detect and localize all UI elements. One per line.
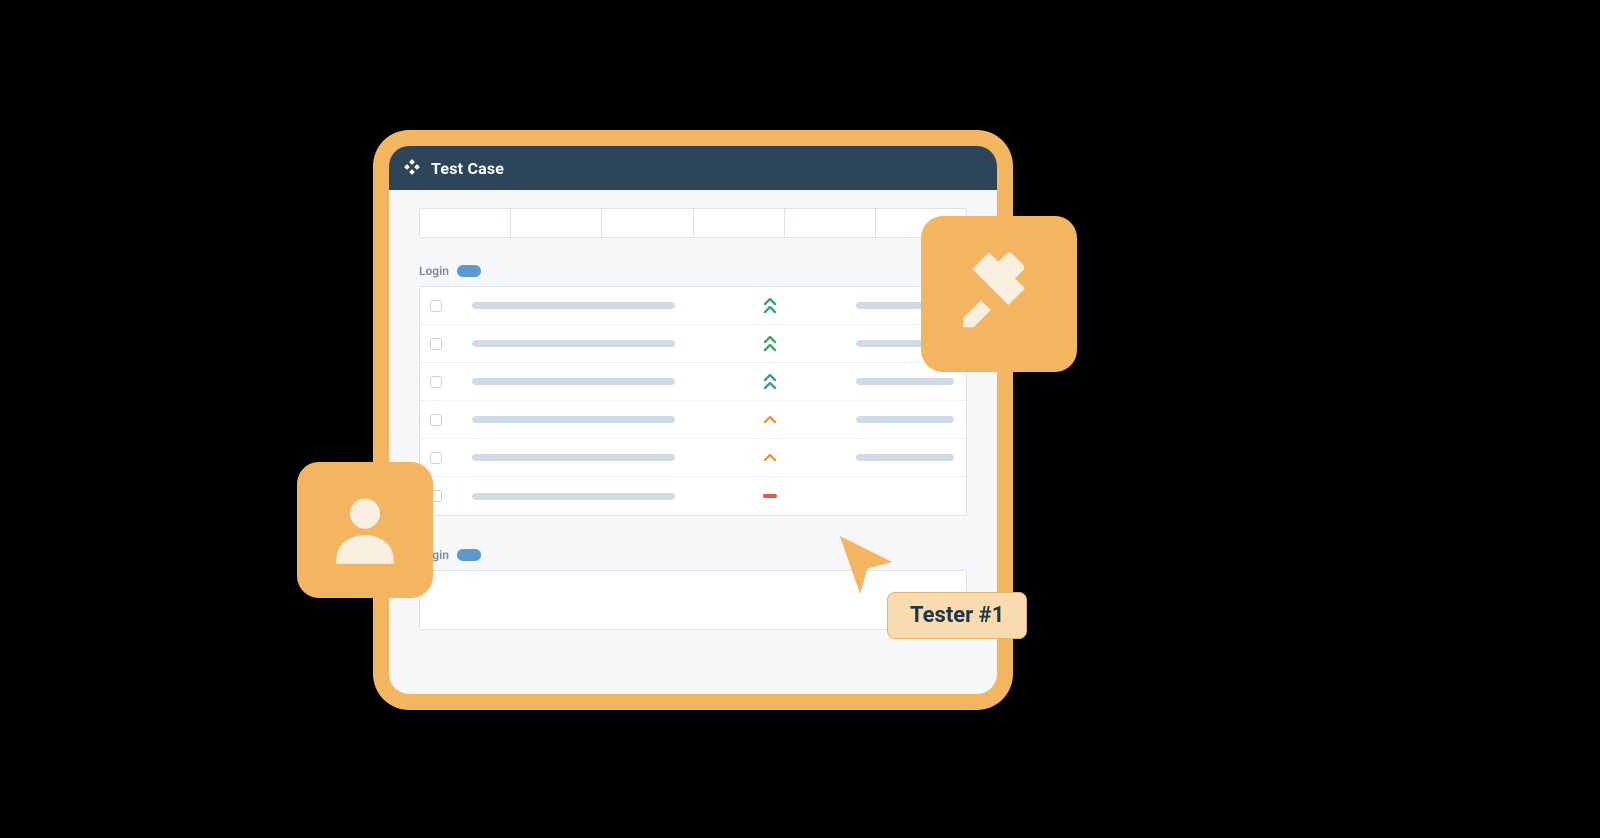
tester-badge: Tester #1 <box>887 592 1027 639</box>
cursor-icon <box>831 530 901 600</box>
placeholder-bar <box>472 454 675 461</box>
row-checkbox[interactable] <box>430 338 442 350</box>
user-card <box>297 462 433 598</box>
table-row[interactable] <box>420 477 966 515</box>
section-label: Login <box>419 264 449 278</box>
priority-low-icon <box>740 494 800 498</box>
table-row[interactable] <box>420 287 966 325</box>
table-row[interactable] <box>420 325 966 363</box>
pencil-icon <box>952 245 1046 343</box>
edit-card <box>921 216 1077 372</box>
placeholder-bar <box>856 416 954 423</box>
table-row[interactable] <box>420 439 966 477</box>
row-checkbox[interactable] <box>430 452 442 464</box>
placeholder-bar <box>856 378 954 385</box>
priority-high-icon <box>740 336 800 352</box>
priority-high-icon <box>740 298 800 314</box>
placeholder-bar <box>472 416 675 423</box>
diamond-cluster-icon <box>403 159 421 177</box>
test-table <box>419 286 967 516</box>
user-icon <box>322 485 408 575</box>
section: Login <box>419 264 967 516</box>
placeholder-bar <box>472 378 675 385</box>
section-toggle[interactable] <box>457 265 481 277</box>
priority-high-icon <box>740 374 800 390</box>
titlebar: Test Case <box>389 146 997 190</box>
placeholder-bar <box>472 302 675 309</box>
page-title: Test Case <box>431 159 504 178</box>
table-row[interactable] <box>420 401 966 439</box>
section-header[interactable]: Login <box>419 264 967 278</box>
placeholder-bar <box>472 493 675 500</box>
row-checkbox[interactable] <box>430 376 442 388</box>
tab[interactable] <box>602 209 693 237</box>
priority-medium-icon <box>740 454 800 462</box>
placeholder-bar <box>472 340 675 347</box>
table-row[interactable] <box>420 363 966 401</box>
placeholder-bar <box>856 454 954 461</box>
row-checkbox[interactable] <box>430 300 442 312</box>
priority-medium-icon <box>740 416 800 424</box>
section-toggle[interactable] <box>457 549 481 561</box>
tab[interactable] <box>420 209 511 237</box>
tab[interactable] <box>694 209 785 237</box>
tab[interactable] <box>785 209 876 237</box>
tab[interactable] <box>511 209 602 237</box>
tab-row <box>419 208 967 238</box>
row-checkbox[interactable] <box>430 414 442 426</box>
